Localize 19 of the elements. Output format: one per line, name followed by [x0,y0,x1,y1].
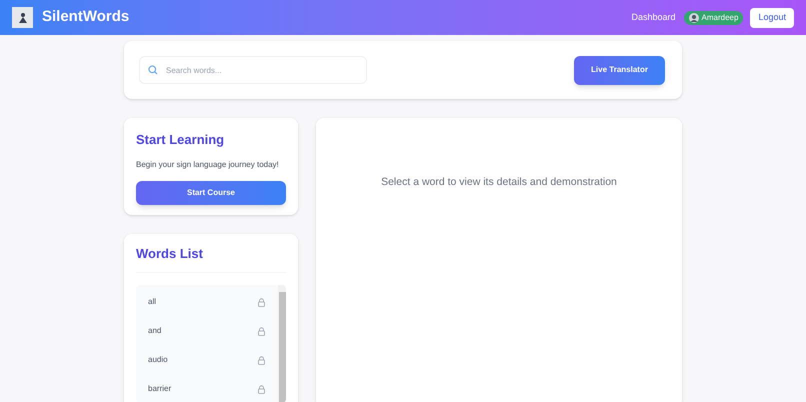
word-item[interactable]: and [136,316,278,346]
live-translator-button[interactable]: Live Translator [574,56,665,84]
search-field[interactable]: Search words... [139,56,367,84]
empty-state-message: Select a word to view its details and demonstration [381,175,617,190]
logo-icon [12,7,33,28]
card-description: Begin your sign language journey today! [136,158,280,170]
word-item[interactable]: barrier [136,374,278,402]
search-icon [148,65,158,75]
word-item[interactable]: audio [136,346,278,374]
word-item[interactable]: all [136,288,278,316]
start-course-button[interactable]: Start Course [136,180,286,204]
scrollbar[interactable] [278,284,286,402]
dashboard-link[interactable]: Dashboard [632,10,676,24]
user-badge[interactable]: Amardeep [684,10,744,24]
logout-button[interactable]: Logout [750,8,794,28]
avatar-icon [688,12,699,22]
card-title: Words List [136,244,286,272]
brand-name[interactable]: SilentWords [42,6,130,29]
card-title: Start Learning [136,131,226,149]
